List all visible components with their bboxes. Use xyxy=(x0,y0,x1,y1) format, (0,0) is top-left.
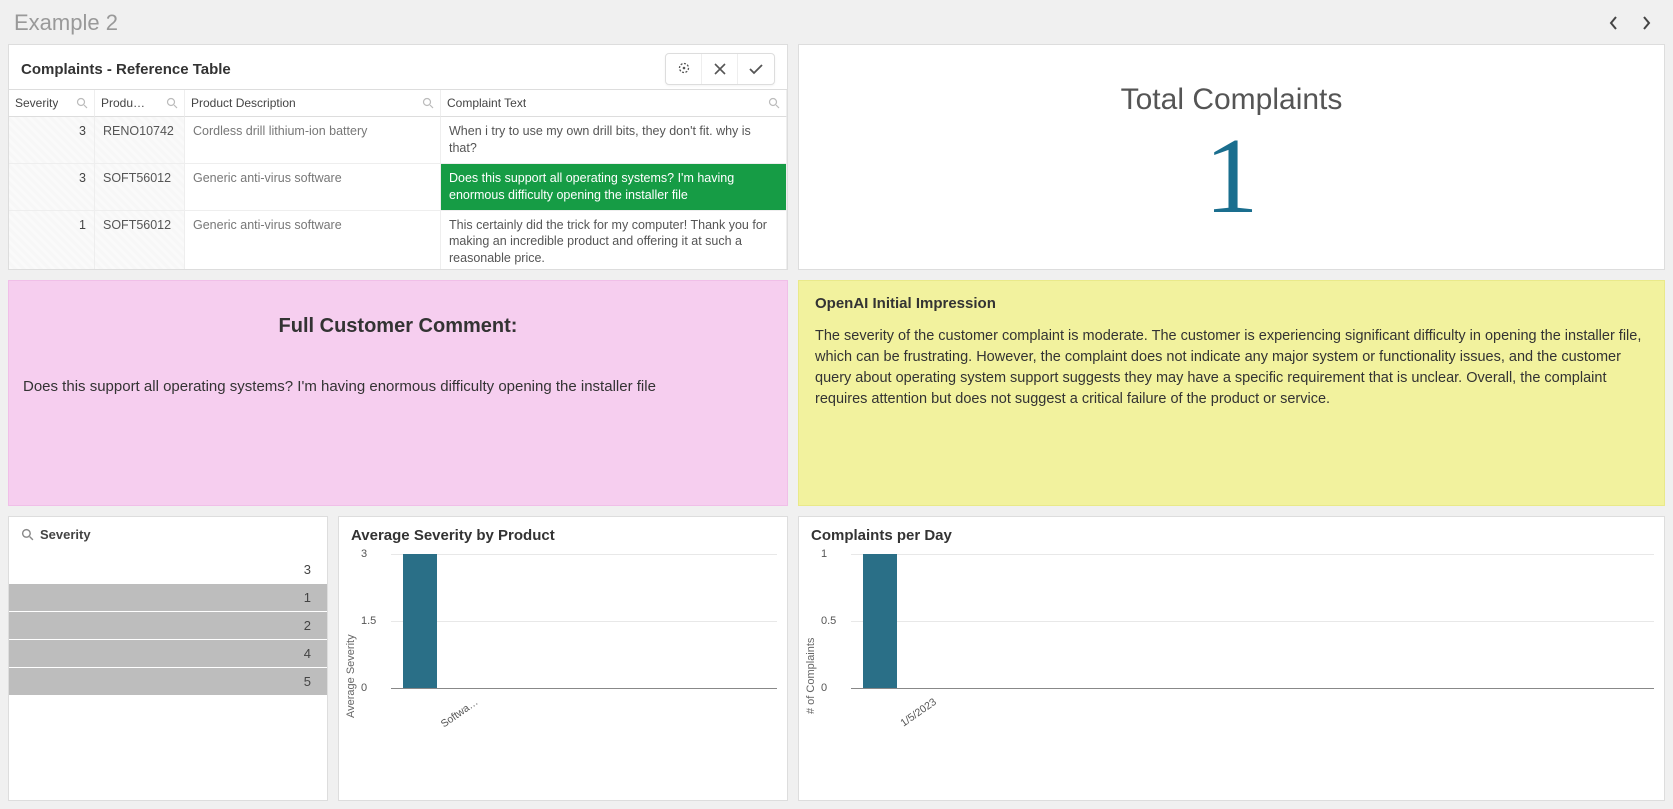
impression-card: OpenAI Initial Impression The severity o… xyxy=(798,280,1665,506)
filter-item[interactable]: 2 xyxy=(9,612,327,639)
cell-severity: 1 xyxy=(9,211,95,270)
card-title: Complaints - Reference Table xyxy=(21,61,231,78)
card-title: Average Severity by Product xyxy=(339,517,787,550)
filter-item[interactable]: 3 xyxy=(9,556,327,583)
prev-sheet-button[interactable] xyxy=(1601,10,1627,36)
chart-area[interactable]: Average Severity 0 1.5 3 Softwa… xyxy=(339,550,787,800)
search-icon[interactable] xyxy=(768,97,780,109)
cell-product: RENO10742 xyxy=(95,117,185,164)
kpi-value: 1 xyxy=(1205,123,1259,231)
table-row[interactable]: 1SOFT56012Generic anti-virus softwareThi… xyxy=(9,211,787,270)
col-severity[interactable]: Severity xyxy=(9,90,95,117)
y-tick: 0 xyxy=(361,682,367,694)
search-icon xyxy=(21,528,34,541)
complaints-table: Severity Produ… Product Description Comp… xyxy=(9,89,787,269)
y-axis-label: Average Severity xyxy=(345,554,357,798)
chart-bar[interactable] xyxy=(863,554,897,688)
filter-item[interactable]: 4 xyxy=(9,640,327,667)
cell-severity: 3 xyxy=(9,117,95,164)
page-header: Example 2 xyxy=(0,0,1673,44)
kpi-title: Total Complaints xyxy=(1121,83,1343,117)
y-tick: 0.5 xyxy=(821,615,836,627)
y-tick: 1 xyxy=(821,548,827,560)
y-tick: 3 xyxy=(361,548,367,560)
cell-product: SOFT56012 xyxy=(95,211,185,270)
filter-list: 31245 xyxy=(9,552,327,800)
cell-desc: Generic anti-virus software xyxy=(185,211,441,270)
y-tick: 1.5 xyxy=(361,615,376,627)
avg-severity-chart-card: Average Severity by Product Average Seve… xyxy=(338,516,788,801)
total-complaints-card: Total Complaints 1 xyxy=(798,44,1665,270)
search-icon[interactable] xyxy=(422,97,434,109)
comment-body: Does this support all operating systems?… xyxy=(23,378,773,395)
sheet-nav xyxy=(1601,10,1659,36)
card-title: Full Customer Comment: xyxy=(23,315,773,338)
col-product[interactable]: Produ… xyxy=(95,90,185,117)
table-header-row: Severity Produ… Product Description Comp… xyxy=(9,90,787,117)
severity-filter-card: Severity 31245 xyxy=(8,516,328,801)
card-title: Complaints per Day xyxy=(799,517,1664,550)
cell-product: SOFT56012 xyxy=(95,164,185,211)
cell-complaint: This certainly did the trick for my comp… xyxy=(441,211,787,270)
lasso-select-button[interactable] xyxy=(666,54,702,84)
filter-header[interactable]: Severity xyxy=(9,517,327,552)
x-tick: 1/5/2023 xyxy=(898,696,938,729)
card-title: OpenAI Initial Impression xyxy=(815,295,1648,312)
complaints-table-card: Complaints - Reference Table Severity xyxy=(8,44,788,270)
col-complaint[interactable]: Complaint Text xyxy=(441,90,787,117)
impression-body: The severity of the customer complaint i… xyxy=(815,326,1648,410)
page-title: Example 2 xyxy=(14,10,118,36)
chart-area[interactable]: # of Complaints 0 0.5 1 1/5/2023 xyxy=(799,550,1664,800)
selection-toolbar xyxy=(665,53,775,85)
col-desc[interactable]: Product Description xyxy=(185,90,441,117)
cell-severity: 3 xyxy=(9,164,95,211)
next-sheet-button[interactable] xyxy=(1633,10,1659,36)
y-axis-label: # of Complaints xyxy=(805,554,817,798)
y-tick: 0 xyxy=(821,682,827,694)
filter-title: Severity xyxy=(40,527,91,542)
cell-complaint: When i try to use my own drill bits, the… xyxy=(441,117,787,164)
search-icon[interactable] xyxy=(76,97,88,109)
table-row[interactable]: 3SOFT56012Generic anti-virus softwareDoe… xyxy=(9,164,787,211)
confirm-selection-button[interactable] xyxy=(738,54,774,84)
filter-item[interactable]: 1 xyxy=(9,584,327,611)
complaints-per-day-chart-card: Complaints per Day # of Complaints 0 0.5 1 1… xyxy=(798,516,1665,801)
cell-complaint: Does this support all operating systems?… xyxy=(441,164,787,211)
search-icon[interactable] xyxy=(166,97,178,109)
chart-bar[interactable] xyxy=(403,554,437,688)
cancel-selection-button[interactable] xyxy=(702,54,738,84)
table-row[interactable]: 3RENO10742Cordless drill lithium-ion bat… xyxy=(9,117,787,164)
cell-desc: Generic anti-virus software xyxy=(185,164,441,211)
filter-item[interactable]: 5 xyxy=(9,668,327,695)
full-comment-card: Full Customer Comment: Does this support… xyxy=(8,280,788,506)
x-tick: Softwa… xyxy=(439,696,481,730)
cell-desc: Cordless drill lithium-ion battery xyxy=(185,117,441,164)
